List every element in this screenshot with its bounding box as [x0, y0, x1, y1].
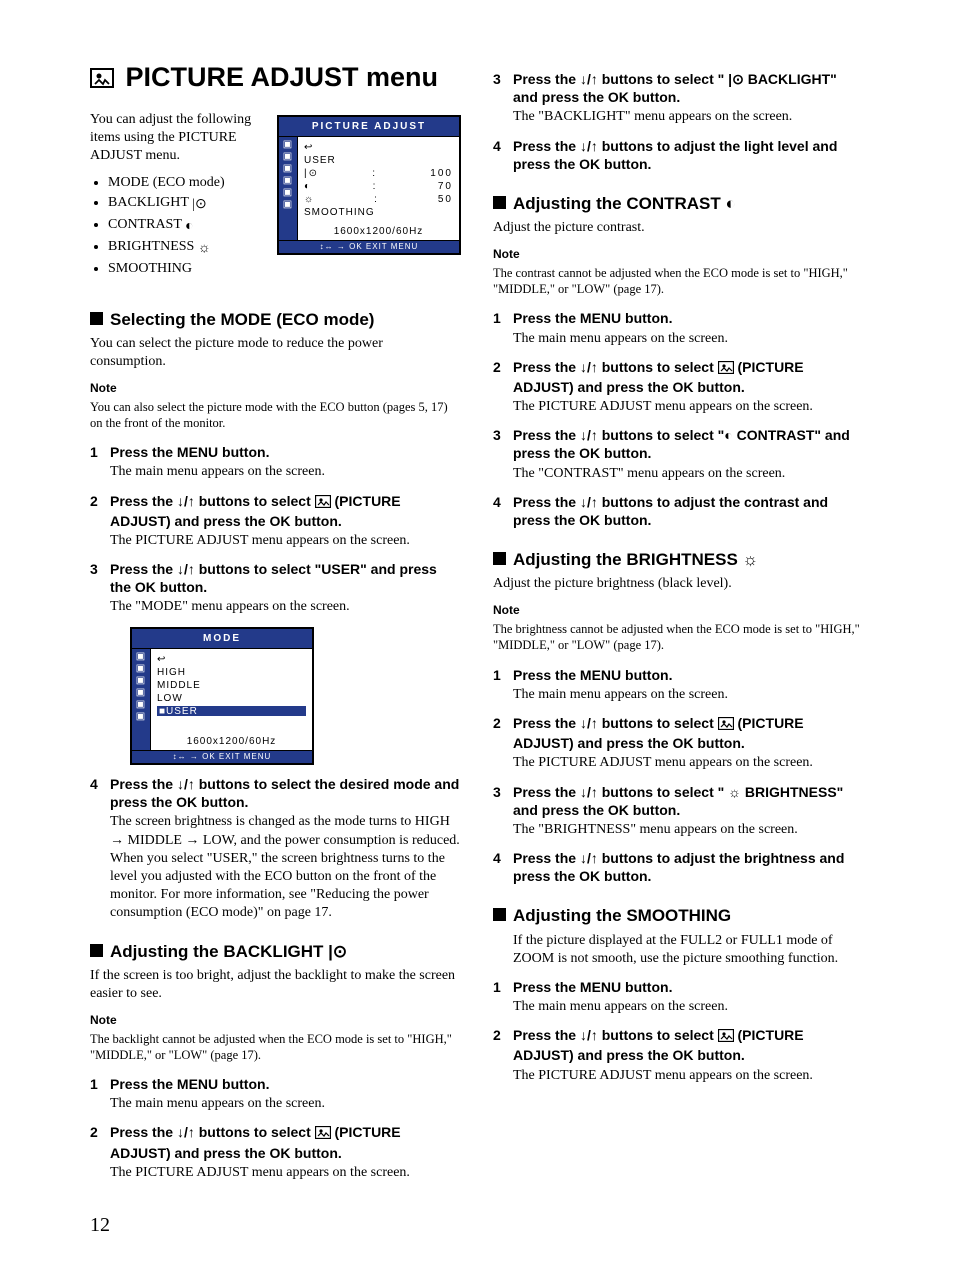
step: 2 Press the ↓/↑ buttons to select (PICTU…: [90, 492, 461, 551]
step: 1 Press the MENU button.The main menu ap…: [90, 443, 461, 481]
step: 4 Press the ↓/↑ buttons to adjust the br…: [493, 849, 864, 887]
down-up-arrows-icon: ↓/↑: [580, 359, 598, 375]
picture-adjust-icon: [718, 1029, 734, 1045]
brightness-icon: ☼: [743, 550, 759, 569]
step: 2 Press the ↓/↑ buttons to select (PICTU…: [493, 358, 864, 417]
picture-adjust-icon: [718, 717, 734, 733]
page-title: PICTURE ADJUST menu: [90, 60, 461, 97]
heading-adjust-contrast: Adjusting the CONTRAST ◐: [493, 193, 864, 215]
down-up-arrows-icon: ↓/↑: [580, 138, 598, 154]
down-up-arrows-icon: ↓/↑: [177, 561, 195, 577]
osd-figure-mode: MODE ▣▣▣▣▣▣ ↩ HIGH MIDDLE LOW ■USER 1600…: [130, 627, 461, 765]
step: 1 Press the MENU button.The main menu ap…: [493, 309, 864, 347]
down-up-arrows-icon: ↓/↑: [580, 1027, 598, 1043]
picture-adjust-icon: [718, 361, 734, 377]
down-up-arrows-icon: ↓/↑: [177, 1124, 195, 1140]
brightness-icon: ☼: [728, 784, 741, 800]
picture-adjust-icon: [90, 64, 122, 94]
heading-adjust-smoothing: Adjusting the SMOOTHING: [493, 905, 864, 927]
step: 4 Press the ↓/↑ buttons to adjust the co…: [493, 493, 864, 531]
backlight-icon: |⊙: [192, 197, 207, 212]
contrast-icon: ◐: [725, 194, 735, 213]
contrast-icon: ◐: [185, 219, 193, 234]
step: 3 Press the ↓/↑ buttons to select " ☼ BR…: [493, 783, 864, 840]
step: 3 Press the ↓/↑ buttons to select " |⊙ B…: [493, 70, 864, 127]
picture-adjust-icon: [315, 495, 331, 511]
brightness-icon: ☼: [198, 241, 211, 256]
step: 2 Press the ↓/↑ buttons to select (PICTU…: [493, 714, 864, 773]
step: 4 Press the ↓/↑ buttons to select the de…: [90, 775, 461, 923]
step: 1 Press the MENU button.The main menu ap…: [493, 666, 864, 704]
down-up-arrows-icon: ↓/↑: [580, 427, 598, 443]
down-up-arrows-icon: ↓/↑: [580, 494, 598, 510]
down-up-arrows-icon: ↓/↑: [580, 71, 598, 87]
step: 1 Press the MENU button.The main menu ap…: [90, 1075, 461, 1113]
step: 3 Press the ↓/↑ buttons to select "USER"…: [90, 560, 461, 617]
down-up-arrows-icon: ↓/↑: [177, 776, 195, 792]
step: 2 Press the ↓/↑ buttons to select (PICTU…: [493, 1026, 864, 1085]
picture-adjust-icon: [315, 1126, 331, 1142]
osd-figure-picture-adjust: PICTURE ADJUST ▣▣▣▣▣▣ ↩ USER |⊙:100 ◐:70…: [277, 111, 461, 265]
down-up-arrows-icon: ↓/↑: [580, 850, 598, 866]
heading-adjust-backlight: Adjusting the BACKLIGHT |⊙: [90, 941, 461, 963]
down-up-arrows-icon: ↓/↑: [580, 715, 598, 731]
down-up-arrows-icon: ↓/↑: [177, 493, 195, 509]
step: 1 Press the MENU button.The main menu ap…: [493, 978, 864, 1016]
backlight-icon: |⊙: [728, 71, 744, 87]
step: 3 Press the ↓/↑ buttons to select "◐ CON…: [493, 426, 864, 483]
backlight-icon: |⊙: [328, 942, 347, 961]
step: 4 Press the ↓/↑ buttons to adjust the li…: [493, 137, 864, 175]
contrast-icon: ◐: [724, 427, 732, 443]
heading-selecting-mode: Selecting the MODE (ECO mode): [90, 309, 461, 331]
heading-adjust-brightness: Adjusting the BRIGHTNESS ☼: [493, 549, 864, 571]
down-up-arrows-icon: ↓/↑: [580, 784, 598, 800]
page-number: 12: [90, 1212, 864, 1238]
step: 2 Press the ↓/↑ buttons to select (PICTU…: [90, 1123, 461, 1182]
